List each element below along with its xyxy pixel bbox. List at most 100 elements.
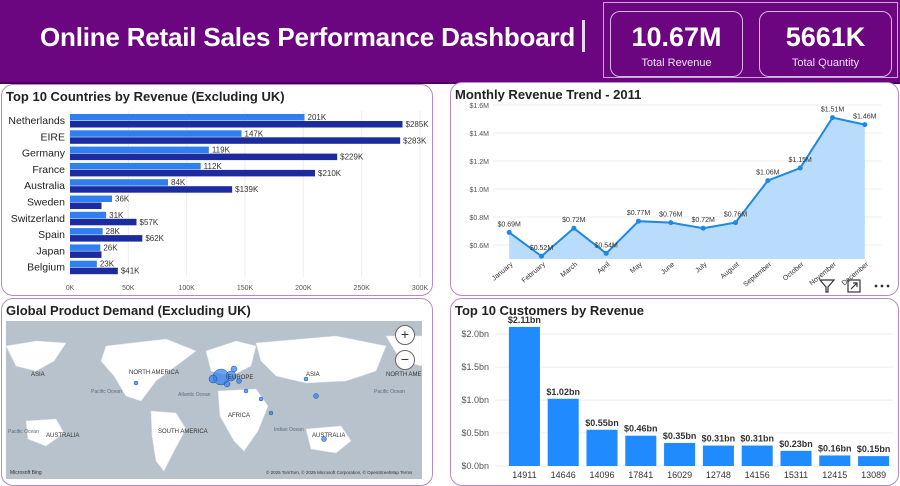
demand-bubble (208, 374, 218, 384)
x-tick-label: 150K (237, 285, 254, 292)
data-label: $283K (403, 136, 427, 145)
world-map[interactable]: NORTH AMERICA ASIA ASIA NORTH AMERICA EU… (6, 321, 422, 479)
data-point (506, 229, 512, 235)
data-label: $57K (140, 218, 159, 227)
data-label: $0.23bn (779, 439, 813, 449)
x-tick-label: 17841 (628, 470, 653, 480)
bar (70, 218, 137, 226)
x-tick-label: 250K (353, 285, 370, 292)
x-tick-label: March (560, 261, 579, 279)
data-label: $0.46bn (624, 424, 658, 434)
x-tick-label: 12415 (822, 470, 847, 480)
x-tick-label: 0K (66, 285, 75, 292)
zoom-in-button[interactable]: + (395, 325, 415, 345)
data-label: $0.76M (724, 212, 748, 219)
category-label: Australia (24, 180, 65, 192)
x-tick-label: April (596, 261, 612, 276)
category-label: France (32, 164, 65, 176)
bar (547, 398, 579, 466)
customers-panel[interactable]: Top 10 Customers by Revenue $0.0bn $0.5bn… (450, 298, 899, 486)
kpi-label: Total Quantity (791, 57, 860, 69)
x-tick-label: August (720, 261, 741, 280)
x-tick-label: January (491, 261, 515, 283)
monthly-panel[interactable]: Monthly Revenue Trend - 2011 $0.6M $0.8M $… (450, 82, 899, 296)
x-tick-label: 100K (178, 285, 195, 292)
bar (70, 195, 112, 202)
bar (70, 130, 242, 137)
map-label: AFRICA (228, 413, 250, 419)
category-label: Germany (22, 148, 66, 160)
data-label: $0.55bn (585, 418, 619, 428)
category-label: Switzerland (11, 213, 65, 225)
data-label: $285K (406, 120, 430, 129)
data-point (636, 218, 641, 224)
map-label: SOUTH AMERICA (158, 429, 208, 435)
data-point (862, 122, 868, 128)
title-divider (582, 20, 585, 52)
data-label: 31K (109, 211, 124, 220)
dashboard-header: Online Retail Sales Performance Dashboar… (0, 0, 900, 84)
data-point (797, 165, 803, 171)
demand-bubble (243, 388, 249, 394)
bar (625, 435, 657, 466)
data-label: $0.31bn (702, 434, 736, 444)
map-label: Atlantic Ocean (178, 392, 211, 398)
x-tick-label: 14911 (512, 470, 536, 480)
kpi-value: 10.67M (631, 22, 722, 52)
bar (819, 455, 851, 466)
bar (741, 445, 773, 466)
map-label: NORTH AMERICA (129, 370, 179, 376)
demand-bubble (268, 410, 274, 416)
y-tick-label: $2.0bn (461, 329, 489, 339)
y-tick-label: $1.2M (470, 159, 490, 166)
y-tick-label: $1.4M (470, 131, 490, 138)
x-tick-label: September (742, 261, 773, 289)
data-point (603, 250, 609, 256)
x-tick-label: 14096 (589, 470, 614, 480)
kpi-total-revenue[interactable]: 10.67M Total Revenue (610, 11, 743, 77)
filter-icon[interactable] (818, 279, 836, 293)
demand-bubble (313, 393, 319, 399)
data-point (571, 225, 577, 231)
visual-header-icons (818, 278, 896, 294)
more-options-icon[interactable] (874, 284, 890, 288)
data-label: $0.16bn (818, 443, 852, 453)
kpi-value: 5661K (785, 22, 866, 52)
data-point (830, 115, 835, 121)
map-label: ASIA (306, 372, 320, 378)
x-tick-label: 12748 (706, 470, 731, 480)
data-label: $41K (121, 267, 140, 276)
bar (70, 260, 97, 268)
data-label: $229K (340, 153, 364, 162)
countries-panel[interactable]: Top 10 Countries by Revenue (Excluding U… (1, 84, 433, 296)
y-tick-label: $1.6M (470, 103, 490, 110)
bar (70, 169, 315, 177)
bar (70, 114, 305, 121)
bar (70, 121, 403, 128)
category-label: Japan (36, 245, 65, 257)
data-label: $0.72M (562, 217, 586, 224)
x-tick-label: 13089 (861, 470, 886, 480)
demand-bubble (133, 380, 139, 386)
bar (70, 211, 107, 219)
data-label: 201K (308, 113, 327, 122)
bar (858, 456, 890, 466)
kpi-total-quantity[interactable]: 5661K Total Quantity (759, 11, 892, 77)
focus-mode-icon[interactable] (847, 279, 861, 293)
countries-chart: 0K 50K 100K 150K 200K 250K 300K Netherlands 201K… (8, 111, 430, 292)
y-tick-label: $0.8M (470, 215, 490, 222)
map-panel[interactable]: Global Product Demand (Excluding UK) NOR… (1, 298, 433, 486)
y-tick-label: $1.0M (470, 187, 490, 194)
data-label: $0.77M (627, 210, 651, 217)
demand-bubble (223, 380, 231, 388)
data-label: $62K (145, 234, 164, 243)
bar (70, 186, 233, 193)
data-label: $1.06M (756, 170, 780, 177)
x-tick-label: July (694, 261, 708, 275)
x-tick-label: 200K (295, 285, 312, 292)
map-attribution[interactable]: © 2025 TomTom, © 2025 Microsoft Corporat… (266, 469, 413, 475)
x-tick-label: May (629, 261, 644, 275)
x-tick-label: 15311 (784, 470, 808, 480)
zoom-out-button[interactable]: − (395, 350, 415, 370)
y-tick-label: $0.5bn (461, 428, 489, 438)
